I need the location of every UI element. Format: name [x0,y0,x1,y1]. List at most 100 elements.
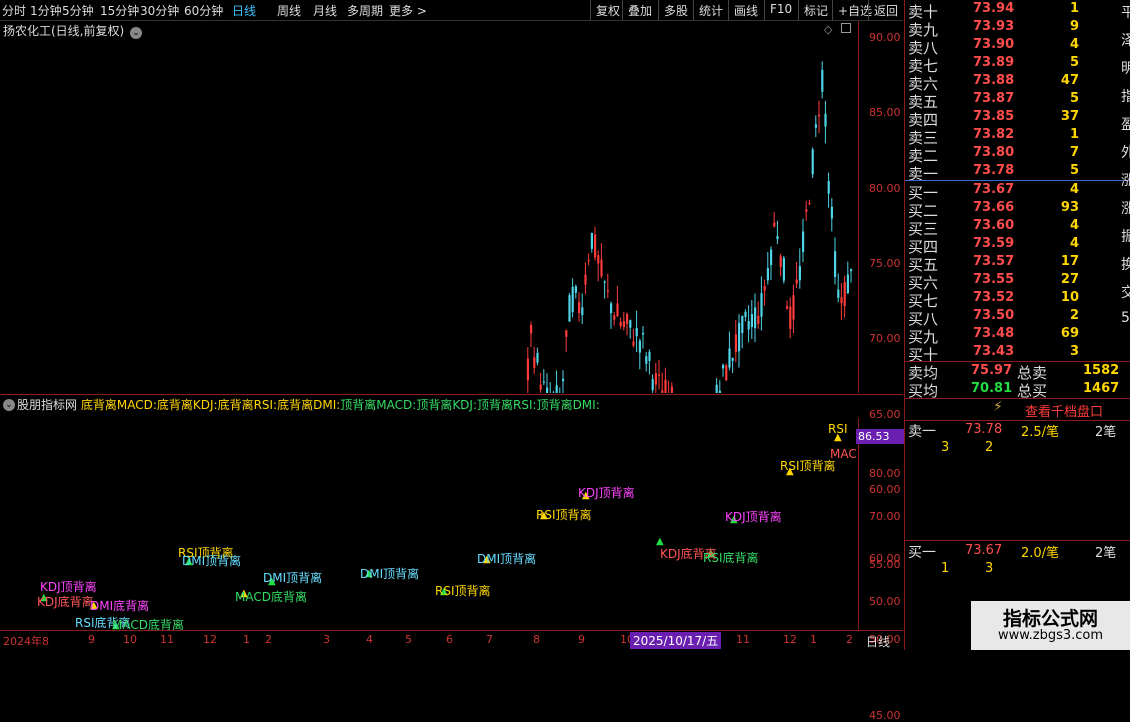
period-tab[interactable]: 日线 [232,2,256,19]
sell-level-price: 73.87 [973,91,1014,106]
price-tick: 70.00 [869,332,901,345]
sell-level-row[interactable]: 卖七73.895 [905,54,1127,72]
queue-order: 1 [941,561,949,576]
date-tick: 2024年8 [3,633,49,649]
side-column-char: 外 [1121,142,1130,162]
sell-level-row[interactable]: 卖十73.941 [905,0,1127,18]
sell-level-price: 73.85 [973,109,1014,124]
toolbar-button[interactable]: 多股 [664,2,688,19]
period-tab[interactable]: 30分钟 [140,2,179,19]
order-book-panel: 卖十73.941卖九73.939卖八73.904卖七73.895卖六73.884… [904,0,1130,650]
indicator-legend-item: 底背离MACD: [81,398,157,412]
buy-level-row[interactable]: 买五73.5717 [905,253,1127,271]
toolbar-button[interactable]: 返回 [874,2,898,19]
book-separator [905,540,1130,541]
sell-level-row[interactable]: 卖九73.939 [905,18,1127,36]
period-tab[interactable]: 1分钟 [30,2,62,19]
period-tab[interactable]: 分时 [2,2,26,19]
candle-body [616,303,618,316]
buy-level-row[interactable]: 买十73.433 [905,343,1127,361]
candle-body [741,316,743,333]
book-separator [905,398,1130,399]
toolbar-button[interactable]: +自选 [838,2,872,19]
sell-level-row[interactable]: 卖五73.875 [905,90,1127,108]
sell-level-row[interactable]: 卖六73.8847 [905,72,1127,90]
sell-level-volume: 4 [1019,37,1079,52]
buy-level-row[interactable]: 买六73.5527 [905,271,1127,289]
buy-level-row[interactable]: 买九73.4869 [905,325,1127,343]
toolbar-button[interactable]: 标记 [804,2,828,19]
candle-body [594,235,596,258]
divergence-signal: RSI顶背离 [536,506,592,523]
candle-body [655,373,657,384]
sell-level-price: 73.80 [973,145,1014,160]
sell-level-row[interactable]: 卖四73.8537 [905,108,1127,126]
candle-body [642,333,644,335]
date-tick: 12 [203,633,217,646]
toolbar-button[interactable]: 叠加 [628,2,652,19]
period-label: 日线 [866,633,890,650]
period-tab[interactable]: 更多 > [389,2,427,19]
signal-labels: ▲▲▲▲▲▲▲▲▲▲▲▲▲▲▲▲KDJ顶背离KDJ底背离DMI底背离RSI底背离… [0,418,858,630]
indicator-tick: 50.00 [869,595,901,608]
sell-level-row[interactable]: 卖三73.821 [905,126,1127,144]
side-column-char: 5 [1121,310,1130,326]
period-tab[interactable]: 月线 [313,2,337,19]
queue-price: 73.78 [965,422,1002,437]
date-tick: 8 [533,633,540,646]
sell-level-row[interactable]: 卖一73.785 [905,162,1127,180]
date-tick: 2 [846,633,853,646]
candle-body [824,114,826,127]
candle-body [770,249,772,265]
buy-level-row[interactable]: 买八73.502 [905,307,1127,325]
sell-level-volume: 47 [1019,73,1079,88]
buy-level-row[interactable]: 买三73.604 [905,217,1127,235]
avg-price: 75.97 [971,363,1012,378]
sell-level-price: 73.78 [973,163,1014,178]
side-column-char: 指 [1121,86,1130,106]
period-tab[interactable]: 15分钟 [100,2,139,19]
candle-body [818,115,820,117]
sell-level-volume: 1 [1019,127,1079,142]
sell-level-row[interactable]: 卖八73.904 [905,36,1127,54]
gear-icon[interactable]: ⌄ [3,399,15,411]
toolbar-separator [622,0,623,20]
toolbar-button[interactable]: F10 [770,2,792,16]
buy-level-row[interactable]: 买四73.594 [905,235,1127,253]
price-tick: 45.00 [869,709,901,722]
toolbar-button[interactable]: 画线 [734,2,758,19]
buy-level-row[interactable]: 买七73.5210 [905,289,1127,307]
sell-level-price: 73.94 [973,1,1014,16]
sell-level-row[interactable]: 卖二73.807 [905,144,1127,162]
period-tab[interactable]: 5分钟 [62,2,94,19]
toolbar-separator [832,0,833,20]
candle-body [722,365,724,368]
side-column-char: 交 [1121,282,1130,302]
candle-body [728,348,730,367]
candle-body [754,307,756,328]
date-tick: 2 [265,633,272,646]
sell-level-volume: 5 [1019,55,1079,70]
toolbar-separator [728,0,729,20]
candle-body [812,149,814,174]
cursor-date: 2025/10/17/五 [630,632,721,649]
date-tick: 7 [486,633,493,646]
buy-level-price: 73.43 [973,344,1014,359]
toolbar-button[interactable]: 统计 [699,2,723,19]
period-tab[interactable]: 60分钟 [184,2,223,19]
buy-level-price: 73.52 [973,290,1014,305]
toolbar-separator [798,0,799,20]
buy-level-row[interactable]: 买一73.674 [905,181,1127,199]
date-tick: 3 [323,633,330,646]
candlestick-chart[interactable] [0,21,858,393]
window-icon[interactable] [841,23,851,33]
candle-body [623,321,625,327]
period-tab[interactable]: 周线 [277,2,301,19]
thousand-level-button[interactable]: 查看千档盘口 [1025,401,1103,420]
pin-icon[interactable]: ◇ [824,23,832,36]
period-tab[interactable]: 多周期 [347,2,383,19]
buy-level-price: 73.55 [973,272,1014,287]
buy-level-row[interactable]: 买二73.6693 [905,199,1127,217]
indicator-tick: 80.00 [869,467,901,480]
toolbar-button[interactable]: 复权 [596,2,620,19]
